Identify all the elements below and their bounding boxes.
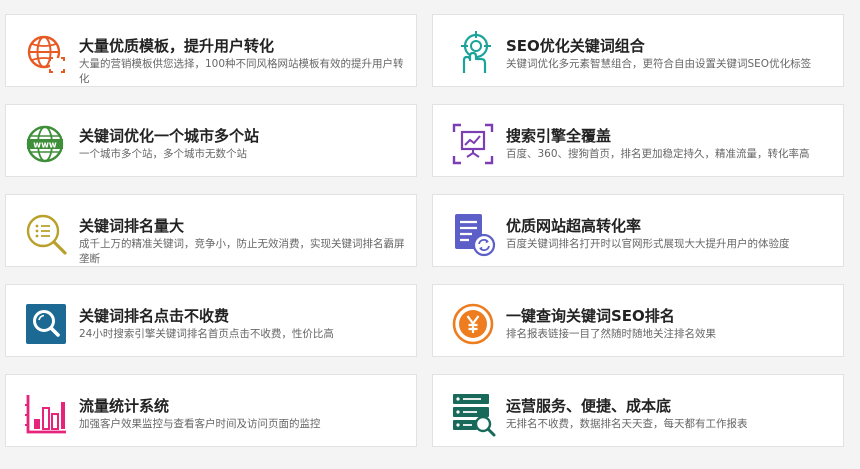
feature-title: 关键词排名点击不收费 — [79, 307, 230, 325]
feature-card-traffic-stats[interactable]: 流量统计系统 加强客户效果监控与查看客户时间及访问页面的监控 — [5, 374, 417, 447]
feature-card-operation-service[interactable]: 运营服务、便捷、成本底 无排名不收费，数据排名天天查，每天都有工作报表 — [432, 374, 844, 447]
hand-target-icon — [450, 31, 496, 77]
feature-card-templates[interactable]: 大量优质模板，提升用户转化 大量的营销模板供您选择，100种不同风格网站模板有效… — [5, 14, 417, 87]
feature-description: 排名报表链接一目了然随时随地关注排名效果 — [506, 328, 716, 340]
feature-title: 搜索引擎全覆盖 — [506, 127, 612, 145]
feature-description: 关键词优化多元素智慧组合，更符合自由设置关键词SEO优化标签 — [506, 58, 812, 70]
feature-description: 24小时搜索引擎关键词排名首页点击不收费，性价比高 — [79, 328, 334, 340]
feature-title: 大量优质模板，提升用户转化 — [79, 37, 275, 55]
feature-card-free-click[interactable]: 关键词排名点击不收费 24小时搜索引擎关键词排名首页点击不收费，性价比高 — [5, 284, 417, 357]
feature-title: 关键词优化一个城市多个站 — [79, 127, 260, 145]
feature-card-multi-city[interactable]: www 关键词优化一个城市多个站 一个城市多个站，多个城市无数个站 — [5, 104, 417, 177]
feature-card-search-coverage[interactable]: 搜索引擎全覆盖 百度、360、搜狗首页，排名更加稳定持久，精准流量，转化率高 — [432, 104, 844, 177]
globe-target-icon — [23, 31, 69, 77]
feature-title: 关键词排名量大 — [79, 217, 185, 235]
feature-title: 优质网站超高转化率 — [506, 217, 642, 235]
feature-card-rank-query[interactable]: 一键查询关键词SEO排名 排名报表链接一目了然随时随地关注排名效果 — [432, 284, 844, 357]
feature-title: SEO优化关键词组合 — [506, 37, 645, 55]
feature-title: 流量统计系统 — [79, 397, 170, 415]
feature-title: 一键查询关键词SEO排名 — [506, 307, 675, 325]
presentation-chart-icon — [450, 121, 496, 167]
search-list-icon — [23, 211, 69, 257]
document-refresh-icon — [450, 211, 496, 257]
feature-description: 百度关键词排名打开时以官网形式展现大大提升用户的体验度 — [506, 238, 790, 250]
www-globe-icon: www — [23, 121, 69, 167]
feature-description: 无排名不收费，数据排名天天查，每天都有工作报表 — [506, 418, 748, 430]
magnifier-icon — [23, 301, 69, 347]
feature-grid: 大量优质模板，提升用户转化 大量的营销模板供您选择，100种不同风格网站模板有效… — [0, 0, 860, 469]
feature-card-conversion[interactable]: 优质网站超高转化率 百度关键词排名打开时以官网形式展现大大提升用户的体验度 — [432, 194, 844, 267]
feature-description: 百度、360、搜狗首页，排名更加稳定持久，精准流量，转化率高 — [506, 148, 810, 160]
feature-card-seo-combo[interactable]: SEO优化关键词组合 关键词优化多元素智慧组合，更符合自由设置关键词SEO优化标… — [432, 14, 844, 87]
feature-card-keyword-volume[interactable]: 关键词排名量大 成千上万的精准关键词，竞争小，防止无效消费，实现关键词排名霸屏垄… — [5, 194, 417, 267]
feature-title: 运营服务、便捷、成本底 — [506, 397, 672, 415]
yen-coin-icon — [450, 301, 496, 347]
bar-chart-icon — [23, 391, 69, 437]
feature-description: 一个城市多个站，多个城市无数个站 — [79, 148, 247, 160]
svg-text:www: www — [33, 141, 57, 151]
feature-description: 大量的营销模板供您选择，100种不同风格网站模板有效的提升用户转化 — [79, 58, 404, 85]
feature-description: 加强客户效果监控与查看客户时间及访问页面的监控 — [79, 418, 321, 430]
feature-description: 成千上万的精准关键词，竞争小，防止无效消费，实现关键词排名霸屏垄断 — [79, 238, 405, 265]
server-search-icon — [450, 391, 496, 437]
